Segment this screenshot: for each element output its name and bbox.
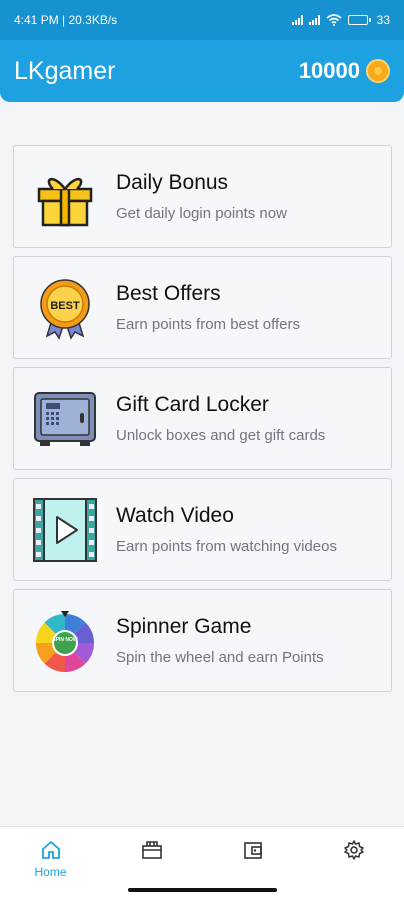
nav-home-label: Home [34, 865, 67, 879]
card-best-offers[interactable]: BEST Best Offers Earn points from best o… [13, 256, 392, 359]
status-time: 4:41 PM | 20.3KB/s [14, 13, 118, 27]
status-bar: 4:41 PM | 20.3KB/s 33 [0, 0, 404, 40]
settings-icon [343, 840, 364, 860]
card-subtitle: Spin the wheel and earn Points [116, 649, 324, 666]
gift-icon [32, 164, 98, 230]
home-indicator [128, 888, 277, 892]
points-display[interactable]: 10000 [299, 58, 390, 84]
battery-percent: 33 [376, 13, 390, 27]
card-title: Gift Card Locker [116, 393, 269, 416]
nav-settings[interactable] [303, 827, 404, 901]
medal-label: BEST [50, 300, 80, 312]
spin-label: SPIN NOW [52, 637, 78, 643]
cell-signal-icon [291, 15, 303, 25]
menu-list: Daily Bonus Get daily login points now B… [13, 145, 392, 700]
card-title: Spinner Game [116, 615, 252, 638]
status-icons: 33 [291, 13, 390, 27]
card-title: Best Offers [116, 282, 221, 305]
card-spinner-game[interactable]: SPIN NOW Spinner Game Spin the wheel and… [13, 589, 392, 692]
app-title: LKgamer [14, 56, 116, 85]
card-title: Watch Video [116, 504, 234, 527]
coin-icon [366, 59, 390, 83]
gift-card-icon [141, 841, 162, 859]
card-subtitle: Unlock boxes and get gift cards [116, 427, 326, 444]
card-watch-video[interactable]: Watch Video Earn points from watching vi… [13, 478, 392, 581]
card-gift-card-locker[interactable]: Gift Card Locker Unlock boxes and get gi… [13, 367, 392, 470]
points-value: 10000 [298, 58, 360, 83]
video-play-icon [32, 497, 98, 563]
wallet-icon [243, 842, 262, 859]
home-icon [41, 841, 60, 859]
best-medal-icon: BEST [32, 275, 98, 341]
wifi-icon [326, 14, 342, 26]
cell-signal-icon-2 [308, 15, 320, 25]
app-bar: LKgamer 10000 [0, 40, 404, 102]
card-subtitle: Earn points from best offers [116, 316, 300, 333]
nav-home[interactable]: Home [0, 827, 101, 901]
card-subtitle: Earn points from watching videos [116, 538, 337, 555]
card-title: Daily Bonus [116, 171, 229, 194]
safe-icon [32, 386, 98, 452]
card-subtitle: Get daily login points now [116, 205, 287, 222]
card-daily-bonus[interactable]: Daily Bonus Get daily login points now [13, 145, 392, 248]
spin-wheel-icon: SPIN NOW [32, 608, 98, 674]
battery-icon [347, 15, 371, 25]
